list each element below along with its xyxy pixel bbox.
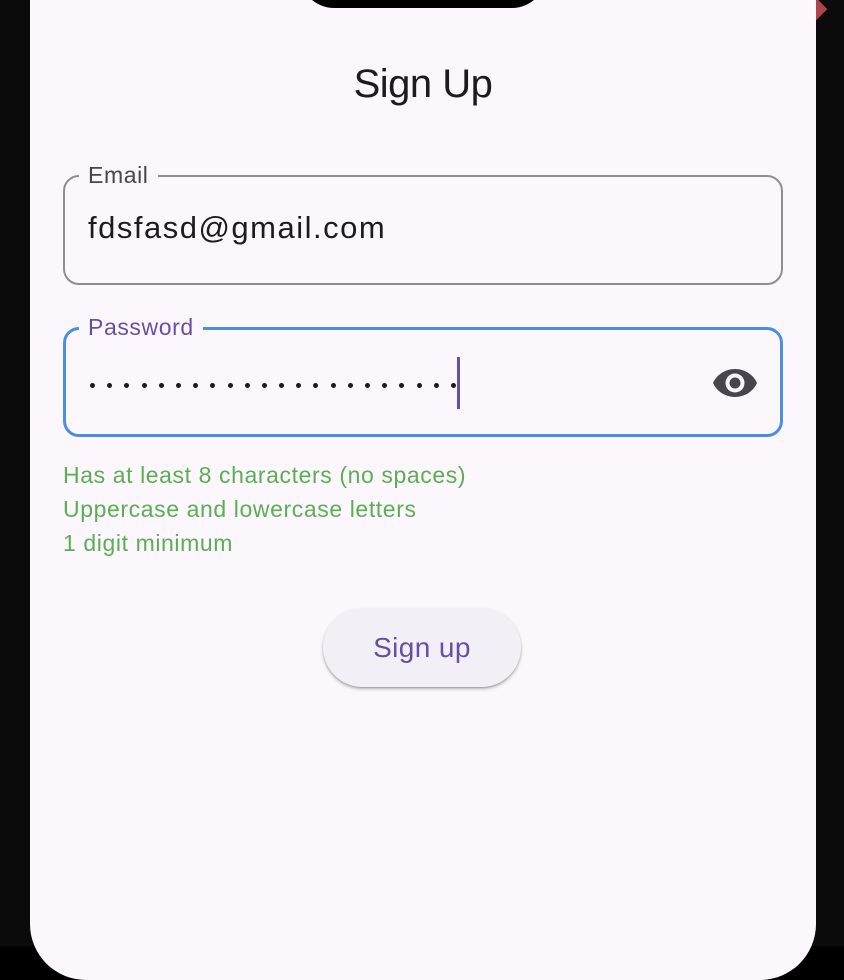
toggle-password-visibility-button[interactable] xyxy=(712,363,758,403)
password-dot xyxy=(296,383,302,388)
password-dot xyxy=(330,383,336,388)
password-dot xyxy=(244,383,250,388)
password-dot xyxy=(193,383,199,388)
hint-case: Uppercase and lowercase letters xyxy=(63,496,417,522)
password-dot xyxy=(365,383,370,388)
password-dot xyxy=(261,383,267,388)
password-dot xyxy=(347,383,353,388)
password-dot xyxy=(175,383,181,388)
password-masked-value[interactable] xyxy=(90,383,468,388)
password-dot xyxy=(382,383,388,388)
password-dot xyxy=(433,383,439,388)
password-dot xyxy=(141,383,147,388)
password-dot xyxy=(158,383,164,388)
email-value[interactable]: fdsfasd@gmail.com xyxy=(88,210,386,246)
password-label: Password xyxy=(79,314,203,340)
sign-up-button[interactable]: Sign up xyxy=(323,608,521,687)
password-dot xyxy=(90,383,95,388)
password-dot xyxy=(313,383,319,388)
dynamic-island xyxy=(300,0,546,8)
password-requirements: Has at least 8 characters (no spaces) Up… xyxy=(63,458,466,560)
hint-digit: 1 digit minimum xyxy=(63,530,234,556)
password-dot xyxy=(124,383,130,388)
password-field[interactable]: Password xyxy=(63,314,783,437)
email-label: Email xyxy=(79,162,158,188)
text-cursor xyxy=(457,357,460,409)
password-dot xyxy=(279,383,285,388)
password-dot xyxy=(399,383,405,388)
password-dot xyxy=(416,383,422,388)
app-screen: Sign Up Email fdsfasd@gmail.com Password… xyxy=(30,0,816,980)
password-dot xyxy=(227,383,233,388)
password-dot xyxy=(210,383,216,388)
password-dot xyxy=(450,383,456,388)
hint-length: Has at least 8 characters (no spaces) xyxy=(63,462,467,488)
page-title: Sign Up xyxy=(353,62,493,106)
password-dot xyxy=(107,383,113,388)
email-field[interactable]: Email fdsfasd@gmail.com xyxy=(63,162,783,285)
eye-icon xyxy=(713,369,757,397)
